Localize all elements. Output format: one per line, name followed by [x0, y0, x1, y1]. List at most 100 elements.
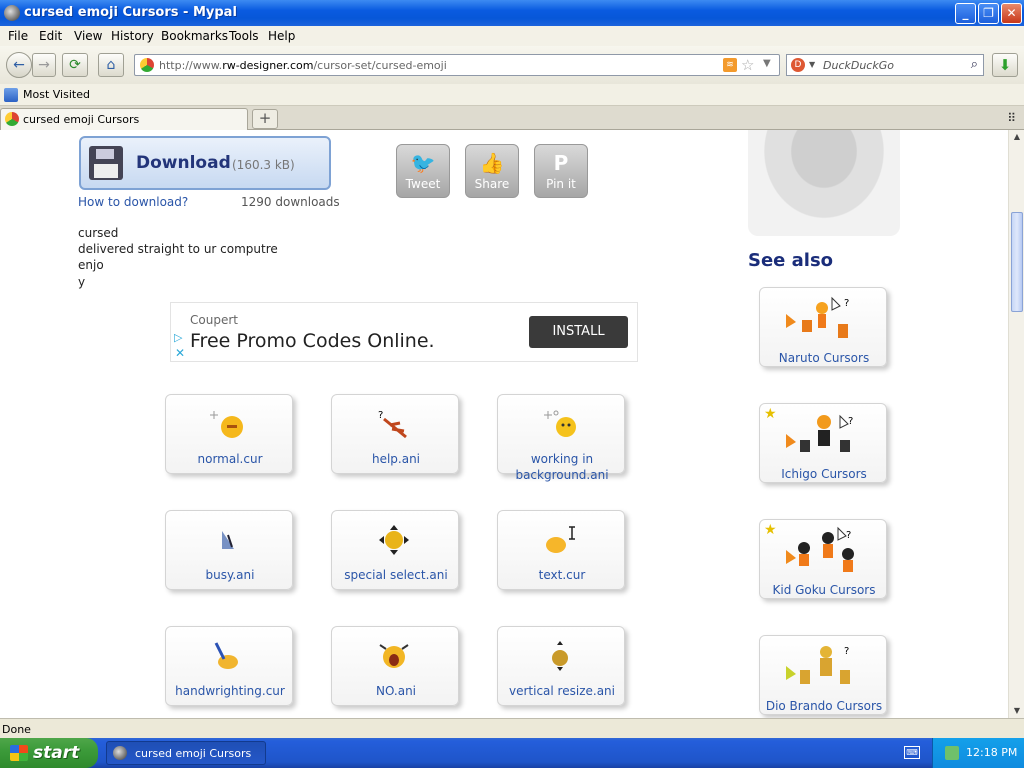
- search-box[interactable]: D ▼ DuckDuckGo ⌕: [786, 54, 984, 76]
- cursor-card-normal[interactable]: normal.cur: [165, 394, 293, 474]
- taskbar-item-browser[interactable]: cursed emoji Cursors ...: [106, 741, 266, 768]
- svg-text:?: ?: [846, 530, 851, 541]
- cursor-card-text[interactable]: text.cur: [497, 510, 625, 590]
- see-also-kid-goku[interactable]: ★ ? Kid Goku Cursors: [759, 519, 887, 599]
- pin-it-label: Pin it: [546, 177, 576, 191]
- download-button[interactable]: Download (160.3 kB): [79, 136, 331, 190]
- text-beam-emoji-icon: [546, 526, 575, 553]
- back-arrow-icon: ←: [13, 57, 25, 73]
- see-also-naruto[interactable]: ? Naruto Cursors: [759, 287, 887, 367]
- duckduckgo-engine-icon[interactable]: D: [791, 58, 805, 72]
- cursor-card-special-select[interactable]: special select.ani: [331, 510, 459, 590]
- naruto-cursors-icon: ?: [786, 296, 849, 338]
- back-button[interactable]: ←: [6, 52, 32, 78]
- cursor-card-handwriting[interactable]: handwrighting.cur: [165, 626, 293, 706]
- pinterest-icon: P: [553, 151, 569, 175]
- svg-text:?: ?: [844, 646, 849, 657]
- cursor-card-working[interactable]: working in background.ani: [497, 394, 625, 482]
- tweet-button[interactable]: 🐦 Tweet: [396, 144, 450, 198]
- cursor-card-help[interactable]: ? help.ani: [331, 394, 459, 474]
- bookmark-star-icon[interactable]: ☆: [741, 56, 754, 74]
- share-label: Share: [474, 177, 510, 191]
- cursor-card-vertical-resize[interactable]: vertical resize.ani: [497, 626, 625, 706]
- site-favicon-icon: [140, 58, 154, 72]
- tab-cursed-emoji[interactable]: cursed emoji Cursors: [0, 108, 248, 130]
- featured-star-icon: ★: [764, 522, 777, 538]
- tab-list-icon[interactable]: ⠿: [1007, 111, 1016, 125]
- svg-text:?: ?: [378, 410, 383, 421]
- bookmark-folder-icon: [4, 88, 18, 102]
- menu-file[interactable]: File: [8, 29, 28, 43]
- pinterest-pin-button[interactable]: P Pin it: [534, 144, 588, 198]
- ad-close-icon[interactable]: ✕: [175, 346, 185, 360]
- cursor-name: handwrighting.cur: [175, 684, 285, 698]
- search-icon[interactable]: ⌕: [971, 57, 978, 72]
- author-avatar[interactable]: [748, 130, 900, 236]
- most-visited-bookmark[interactable]: Most Visited: [23, 88, 90, 101]
- cursor-name: special select.ani: [344, 568, 448, 582]
- new-tab-button[interactable]: +: [252, 109, 278, 129]
- menu-history[interactable]: History: [111, 29, 154, 43]
- see-also-name: Kid Goku Cursors: [772, 583, 876, 597]
- ad-choices-icon[interactable]: ▷: [174, 331, 182, 344]
- start-button[interactable]: start: [0, 738, 98, 768]
- reload-icon: ⟳: [69, 57, 81, 73]
- tab-strip: cursed emoji Cursors + ⠿: [0, 106, 1024, 130]
- svg-text:?: ?: [844, 298, 849, 309]
- navigation-toolbar: ← → ⟳ ⌂ http://www.rw-designer.com/curso…: [0, 46, 1024, 84]
- minimize-button[interactable]: _: [955, 3, 976, 24]
- engine-dropdown-icon[interactable]: ▼: [809, 60, 815, 69]
- menu-bookmarks[interactable]: Bookmarks: [161, 29, 228, 43]
- see-also-dio-brando[interactable]: ? Dio Brando Cursors: [759, 635, 887, 715]
- see-also-ichigo[interactable]: ★ ? Ichigo Cursors: [759, 403, 887, 483]
- menu-edit[interactable]: Edit: [39, 29, 62, 43]
- close-button[interactable]: ✕: [1001, 3, 1022, 24]
- reload-button[interactable]: ⟳: [62, 53, 88, 77]
- tweet-label: Tweet: [405, 177, 441, 191]
- working-emoji-icon: [544, 410, 576, 437]
- move-emoji-icon: [379, 525, 409, 555]
- downloads-button[interactable]: ⬇: [992, 53, 1018, 77]
- title-bar: cursed emoji Cursors - Mypal _ ❐ ✕: [0, 0, 1024, 26]
- maximize-button[interactable]: ❐: [978, 3, 999, 24]
- keyboard-language-icon[interactable]: ⌨: [904, 746, 920, 759]
- dio-cursors-icon: ?: [786, 646, 850, 684]
- facebook-share-button[interactable]: 👍 Share: [465, 144, 519, 198]
- cursor-card-no[interactable]: NO.ani: [331, 626, 459, 706]
- pen-emoji-icon: [214, 642, 238, 669]
- mypal-taskbar-icon: [113, 746, 127, 760]
- history-dropdown-icon[interactable]: ▼: [763, 58, 771, 69]
- network-tray-icon[interactable]: [945, 746, 959, 760]
- goku-cursors-icon: ?: [786, 526, 854, 572]
- scroll-up-arrow-icon[interactable]: ▲: [1010, 130, 1024, 144]
- menu-help[interactable]: Help: [268, 29, 295, 43]
- system-tray: 12:18 PM: [932, 738, 1024, 768]
- mypal-app-icon: [4, 5, 20, 21]
- busy-cursor-icon: [222, 531, 234, 549]
- cursor-name: text.cur: [538, 568, 586, 582]
- cursor-card-busy[interactable]: busy.ani: [165, 510, 293, 590]
- tray-clock[interactable]: 12:18 PM: [966, 746, 1017, 759]
- home-button[interactable]: ⌂: [98, 53, 124, 77]
- how-to-download-link[interactable]: How to download?: [78, 195, 188, 209]
- ad-install-button[interactable]: INSTALL: [529, 316, 628, 348]
- crayfish-cursor-icon: ?: [378, 410, 407, 439]
- address-bar[interactable]: http://www.rw-designer.com/cursor-set/cu…: [134, 54, 780, 76]
- description-line: cursed: [78, 226, 119, 240]
- download-size: (160.3 kB): [232, 158, 295, 172]
- see-also-name: Dio Brando Cursors: [765, 699, 883, 713]
- menu-view[interactable]: View: [74, 29, 102, 43]
- thumbs-up-icon: 👍: [479, 151, 505, 175]
- forward-button[interactable]: →: [32, 53, 56, 77]
- menu-tools[interactable]: Tools: [229, 29, 259, 43]
- vertical-scrollbar[interactable]: ▲ ▼: [1008, 130, 1024, 718]
- scroll-down-arrow-icon[interactable]: ▼: [1010, 704, 1024, 718]
- scrollbar-thumb[interactable]: [1011, 212, 1023, 312]
- rss-feed-icon[interactable]: ≋: [723, 58, 737, 72]
- vertical-resize-emoji-icon: [552, 641, 568, 671]
- advertisement-banner[interactable]: ▷ ✕ Coupert Free Promo Codes Online. INS…: [170, 302, 638, 362]
- download-arrow-icon: ⬇: [998, 56, 1012, 74]
- windows-logo-icon: [10, 745, 28, 761]
- emoji-cursor-icon: [210, 411, 243, 438]
- cursor-name: vertical resize.ani: [509, 684, 615, 698]
